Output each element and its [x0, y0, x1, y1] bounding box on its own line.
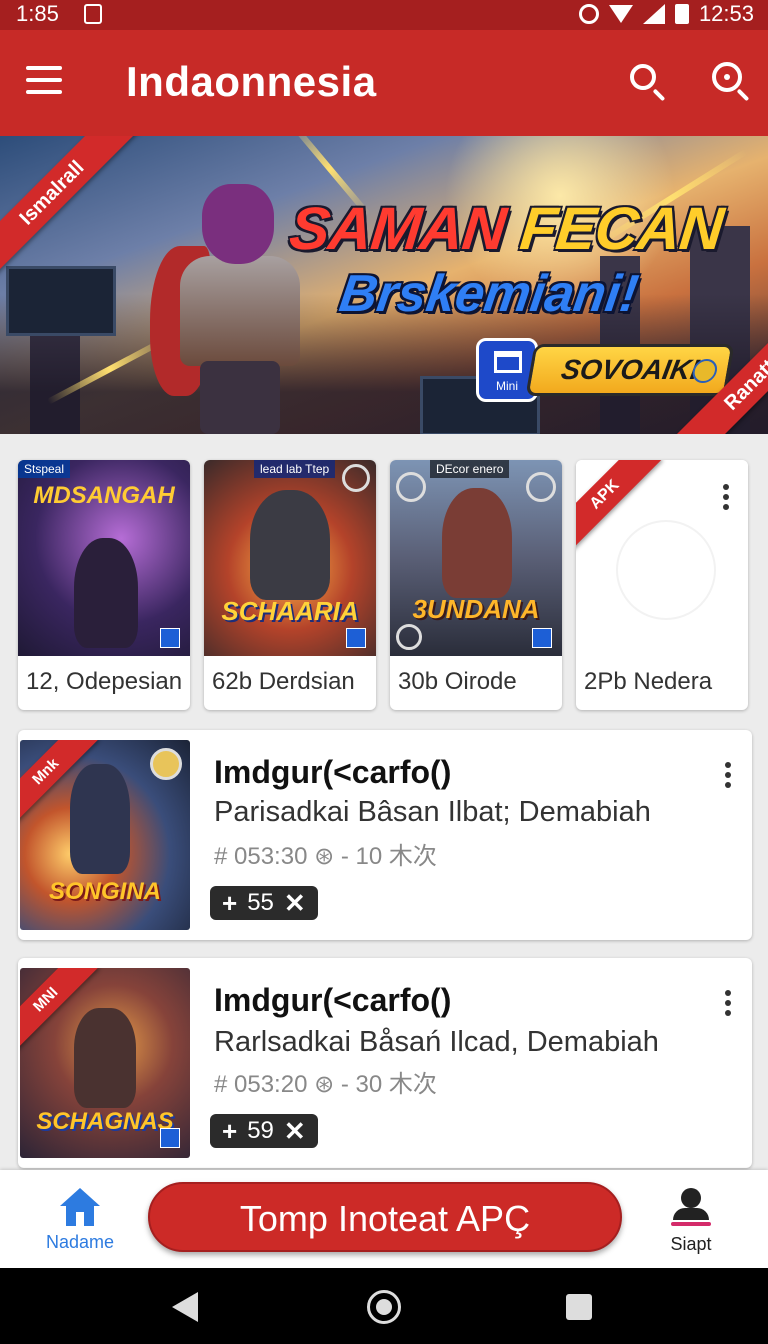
app-icon: [532, 628, 552, 648]
badge-icon: [150, 748, 182, 780]
app-icon: [160, 1128, 180, 1148]
status-icons: 12:53: [578, 1, 754, 27]
sim-icon: [84, 4, 102, 24]
more-options-icon[interactable]: [722, 484, 730, 510]
badge-icon: [396, 624, 422, 650]
home-icon: [60, 1188, 100, 1226]
character-art: [70, 764, 130, 874]
home-button-icon[interactable]: [367, 1290, 401, 1324]
placeholder-art: [616, 520, 716, 620]
hero-headline: SAMAN FECAN: [286, 195, 726, 262]
status-time-right: 12:53: [698, 1, 754, 26]
ribbon-badge: Ismalrall: [0, 136, 142, 283]
character-art: [74, 1008, 136, 1108]
recents-icon[interactable]: [566, 1294, 592, 1320]
game-card[interactable]: lead lab Ttep SCHAARIA 62b Derdsian: [204, 460, 376, 710]
nav-home-label: Nadame: [45, 1232, 115, 1252]
game-thumbnail: DEcor enero 3UNDANA: [390, 460, 562, 656]
more-options-icon[interactable]: [724, 990, 732, 1016]
download-apk-button[interactable]: Tomp Inoteat APÇ: [148, 1182, 622, 1252]
profile-icon: [669, 1188, 713, 1228]
more-options-icon[interactable]: [724, 762, 732, 788]
character-art: [74, 538, 138, 648]
item-title: Imdgur(<carfo(): [214, 754, 452, 790]
app-screen: 1:85 12:53 Indaonnesia SAMAN FECAN Brske…: [0, 0, 768, 1344]
nav-home[interactable]: Nadame: [40, 1188, 120, 1258]
plus-icon: +: [222, 1116, 238, 1146]
store-icon: [494, 351, 522, 373]
item-description: Parisadkai Bâsan Ilbat; Demabiah: [214, 796, 651, 828]
list-item[interactable]: SONGINA Mnk Imdgur(<carfo() Parisadkai B…: [18, 730, 752, 940]
back-icon[interactable]: [172, 1292, 198, 1322]
search-icon[interactable]: [628, 62, 668, 102]
item-title: Imdgur(<carfo(): [214, 982, 452, 1018]
app-title: Indaonnesia: [126, 58, 377, 105]
game-grid: Stspeal MDSANGAH 12, Odepesian lead lab …: [18, 460, 754, 712]
signal-icon: [642, 4, 665, 24]
arcade-screen: [6, 266, 116, 336]
search-icon[interactable]: [712, 62, 752, 102]
list-item[interactable]: SCHAGNAS MNI Imdgur(<carfo() Rarlsadkai …: [18, 958, 752, 1168]
game-card[interactable]: Stspeal MDSANGAH 12, Odepesian: [18, 460, 190, 710]
alarm-icon: [578, 4, 599, 24]
game-card[interactable]: APK 2Pb Nedera: [576, 460, 748, 710]
wifi-icon: [608, 5, 633, 23]
close-icon[interactable]: ✕: [284, 886, 306, 920]
art-title: MDSANGAH: [33, 482, 175, 509]
close-icon[interactable]: ✕: [284, 1114, 306, 1148]
nav-profile-label: Siapt: [670, 1234, 712, 1254]
menu-icon[interactable]: [26, 66, 62, 94]
status-time-left: 1:85: [16, 1, 59, 26]
nav-profile[interactable]: Siapt: [654, 1188, 728, 1258]
art-title: SCHAARIA: [221, 596, 359, 626]
badge-icon: [342, 464, 370, 492]
promo-button[interactable]: SOVOAIKI: [525, 344, 735, 396]
item-meta: # 053:20 ⊛ - 30 木次: [214, 1071, 437, 1098]
hero-banner[interactable]: SAMAN FECAN Brskemiani! Mini SOVOAIKI Is…: [0, 136, 768, 434]
game-thumbnail: lead lab Ttep SCHAARIA: [204, 460, 376, 656]
character-art: [442, 488, 512, 598]
game-thumbnail: SCHAGNAS MNI: [20, 968, 190, 1158]
bottom-nav: Nadame Tomp Inoteat APÇ Siapt: [0, 1170, 768, 1268]
count-pill[interactable]: + 59 ✕: [210, 1114, 318, 1148]
game-thumbnail: SONGINA Mnk: [20, 740, 190, 930]
system-nav-bar: [0, 1268, 768, 1344]
game-label: 2Pb Nedera: [584, 668, 713, 695]
count-pill[interactable]: + 55 ✕: [210, 886, 318, 920]
item-description: Rarlsadkai Båsań Ilcad, Demabiah: [214, 1026, 659, 1058]
game-card[interactable]: DEcor enero 3UNDANA 30b Oirode: [390, 460, 562, 710]
badge-icon: [526, 472, 556, 502]
app-bar: Indaonnesia: [0, 30, 768, 136]
item-meta: # 053:30 ⊛ - 10 木次: [214, 843, 437, 870]
art-title: SONGINA: [48, 878, 161, 905]
game-label: 62b Derdsian: [212, 668, 355, 695]
battery-icon: [674, 4, 689, 24]
plus-icon: +: [222, 888, 238, 918]
app-icon: [160, 628, 180, 648]
status-bar: 1:85 12:53: [0, 0, 768, 30]
count-value: 55: [247, 889, 274, 916]
art-title: 3UNDANA: [412, 594, 540, 624]
app-icon: [346, 628, 366, 648]
game-thumbnail: Stspeal MDSANGAH: [18, 460, 190, 656]
hero-subheadline: Brskemiani!: [335, 265, 642, 323]
character-art: [250, 490, 330, 600]
game-label: 30b Oirode: [398, 668, 517, 695]
badge-icon: [396, 472, 426, 502]
game-label: 12, Odepesian: [26, 668, 183, 695]
count-value: 59: [247, 1117, 274, 1144]
